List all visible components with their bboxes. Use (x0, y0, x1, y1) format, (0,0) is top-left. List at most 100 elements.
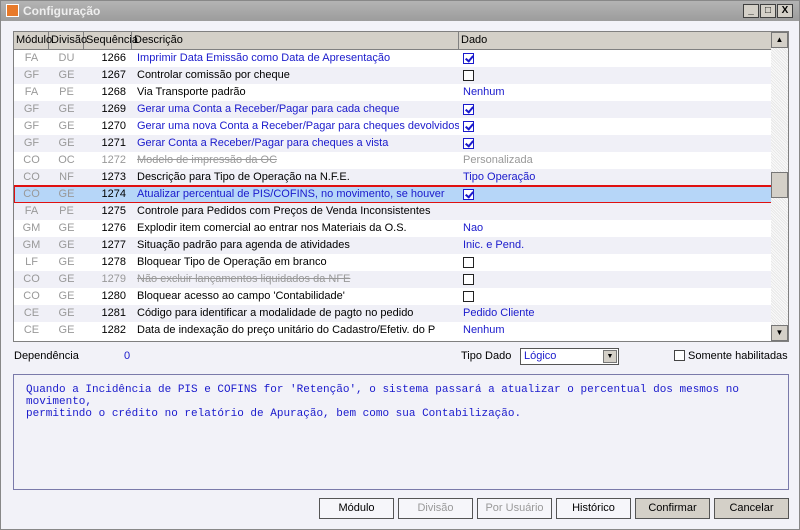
col-dado[interactable]: Dado (459, 32, 772, 49)
col-descricao[interactable]: Descrição (132, 32, 459, 49)
unchecked-checkbox[interactable] (463, 291, 474, 302)
dependencia-label: Dependência (14, 350, 79, 362)
table-row[interactable]: GF GE 1269 Gerar uma Conta a Receber/Pagar … (14, 101, 772, 118)
table-row[interactable]: CO GE 1280 Bloquear acesso ao campo 'Contab… (14, 288, 772, 305)
table-row[interactable]: CE GE 1282 Data de indexação do preço unitá… (14, 322, 772, 339)
cell-modulo: GM (22, 222, 41, 234)
table-row[interactable]: CO NF 1273 Descrição para Tipo de Operação … (14, 169, 772, 186)
vertical-scrollbar[interactable]: ▲ ▼ (771, 32, 788, 341)
unchecked-checkbox[interactable] (463, 70, 474, 81)
divisao-button[interactable]: Divisão (398, 498, 473, 519)
cell-modulo: CE (23, 324, 40, 336)
grid-header: Módulo Divisão Sequência Descrição Dado (14, 32, 772, 50)
cell-descricao: Gerar Conta a Receber/Pagar para cheques… (137, 137, 389, 149)
cell-dado (459, 118, 772, 135)
cell-dado: Nao (463, 222, 484, 234)
cell-descricao: Bloquear acesso ao campo 'Contabilidade' (137, 290, 345, 302)
cell-descricao: Explodir item comercial ao entrar nos Ma… (137, 222, 407, 234)
close-button[interactable]: X (777, 4, 793, 18)
table-row[interactable]: FA PE 1275 Controle para Pedidos com Preços… (14, 203, 772, 220)
cell-sequencia: 1270 (101, 120, 126, 132)
cell-modulo: GF (23, 137, 40, 149)
cell-dado: Pedido Cliente (463, 307, 535, 319)
cell-divisao: PE (59, 86, 74, 98)
cell-descricao: Controlar comissão por cheque (137, 69, 290, 81)
cell-sequencia: 1278 (101, 256, 126, 268)
cell-dado (459, 254, 772, 271)
table-row[interactable]: CO OC 1272 Modelo de impressão da OC Persona… (14, 152, 772, 169)
por-usuario-button[interactable]: Por Usuário (477, 498, 552, 519)
cell-modulo: CO (23, 188, 40, 200)
scroll-up-icon[interactable]: ▲ (771, 32, 788, 48)
window-title: Configuração (23, 4, 101, 18)
cell-dado (459, 50, 772, 67)
minimize-button[interactable]: _ (743, 4, 759, 18)
unchecked-checkbox[interactable] (463, 257, 474, 268)
scroll-thumb[interactable] (771, 172, 788, 198)
cell-dado (459, 186, 772, 203)
cell-sequencia: 1274 (101, 188, 126, 200)
col-modulo[interactable]: Módulo (14, 32, 52, 49)
title-bar: Configuração _ □ X (1, 1, 799, 21)
dependencia-value: 0 (124, 350, 131, 362)
cell-descricao: Gerar uma Conta a Receber/Pagar para cad… (137, 103, 400, 115)
table-row[interactable]: GF GE 1267 Controlar comissão por cheque (14, 67, 772, 84)
cell-modulo: LF (25, 256, 38, 268)
table-row[interactable]: FA PE 1268 Via Transporte padrão Nenhum (14, 84, 772, 101)
modulo-button[interactable]: Módulo (319, 498, 394, 519)
historico-button[interactable]: Histórico (556, 498, 631, 519)
tipo-dado-label: Tipo Dado (461, 350, 512, 362)
cell-descricao: Atualizar percentual de PIS/COFINS, no m… (137, 188, 445, 200)
col-sequencia[interactable]: Sequência (84, 32, 138, 49)
table-row-selected[interactable]: CO GE 1274 Atualizar percentual de PIS/COFI… (14, 185, 773, 204)
table-row[interactable]: GM GE 1277 Situação padrão para agenda de a… (14, 237, 772, 254)
table-row[interactable]: GF GE 1270 Gerar uma nova Conta a Receber/P… (14, 118, 772, 135)
cell-descricao: Descrição para Tipo de Operação na N.F.E… (137, 171, 350, 183)
cell-modulo: CO (23, 290, 40, 302)
somente-habilitadas-checkbox[interactable] (674, 350, 685, 361)
app-icon (6, 4, 19, 17)
cell-sequencia: 1276 (101, 222, 126, 234)
table-row[interactable]: GM GE 1276 Explodir item comercial ao entra… (14, 220, 772, 237)
table-row[interactable]: FA DU 1266 Imprimir Data Emissão como Data … (14, 50, 772, 67)
cell-divisao: GE (58, 290, 75, 302)
checked-checkbox[interactable] (463, 189, 474, 200)
cell-descricao: Controle para Pedidos com Preços de Vend… (137, 205, 431, 217)
cell-divisao: OC (58, 154, 75, 166)
cell-divisao: PE (59, 205, 74, 217)
grid-rows: FA DU 1266 Imprimir Data Emissão como Data … (14, 50, 773, 339)
cell-sequencia: 1282 (101, 324, 126, 336)
config-grid: Módulo Divisão Sequência Descrição Dado … (13, 31, 789, 342)
checked-checkbox[interactable] (463, 53, 474, 64)
cell-dado (459, 135, 772, 152)
cancelar-button[interactable]: Cancelar (714, 498, 789, 519)
table-row[interactable]: CE GE 1281 Código para identificar a modali… (14, 305, 772, 322)
maximize-button[interactable]: □ (760, 4, 776, 18)
cell-dado (459, 271, 772, 288)
cell-descricao: Gerar uma nova Conta a Receber/Pagar par… (137, 120, 459, 132)
tipo-dado-select[interactable]: Lógico ▼ (520, 348, 619, 365)
cell-descricao: Não excluir lançamentos liquidados da NF… (137, 273, 351, 285)
cell-descricao: Bloquear Tipo de Operação em branco (137, 256, 327, 268)
table-row[interactable]: LF GE 1278 Bloquear Tipo de Operação em bra… (14, 254, 772, 271)
confirmar-button[interactable]: Confirmar (635, 498, 710, 519)
table-row[interactable]: CO GE 1279 Não excluir lançamentos liquidad… (14, 271, 772, 288)
checked-checkbox[interactable] (463, 121, 474, 132)
scroll-down-icon[interactable]: ▼ (771, 325, 788, 341)
cell-divisao: GE (58, 120, 75, 132)
cell-sequencia: 1266 (101, 52, 126, 64)
somente-habilitadas-label[interactable]: Somente habilitadas (688, 350, 788, 362)
cell-dado: Tipo Operação (463, 171, 536, 183)
cell-divisao: GE (58, 256, 75, 268)
cell-dado: Personalizada (463, 154, 533, 166)
cell-modulo: FA (24, 86, 39, 98)
checked-checkbox[interactable] (463, 104, 474, 115)
unchecked-checkbox[interactable] (463, 274, 474, 285)
col-divisao[interactable]: Divisão (49, 32, 87, 49)
description-memo[interactable]: Quando a Incidência de PIS e COFINS for … (13, 374, 789, 490)
cell-divisao: GE (58, 137, 75, 149)
chevron-down-icon[interactable]: ▼ (603, 350, 617, 363)
checked-checkbox[interactable] (463, 138, 474, 149)
cell-divisao: GE (58, 103, 75, 115)
table-row[interactable]: GF GE 1271 Gerar Conta a Receber/Pagar para… (14, 135, 772, 152)
